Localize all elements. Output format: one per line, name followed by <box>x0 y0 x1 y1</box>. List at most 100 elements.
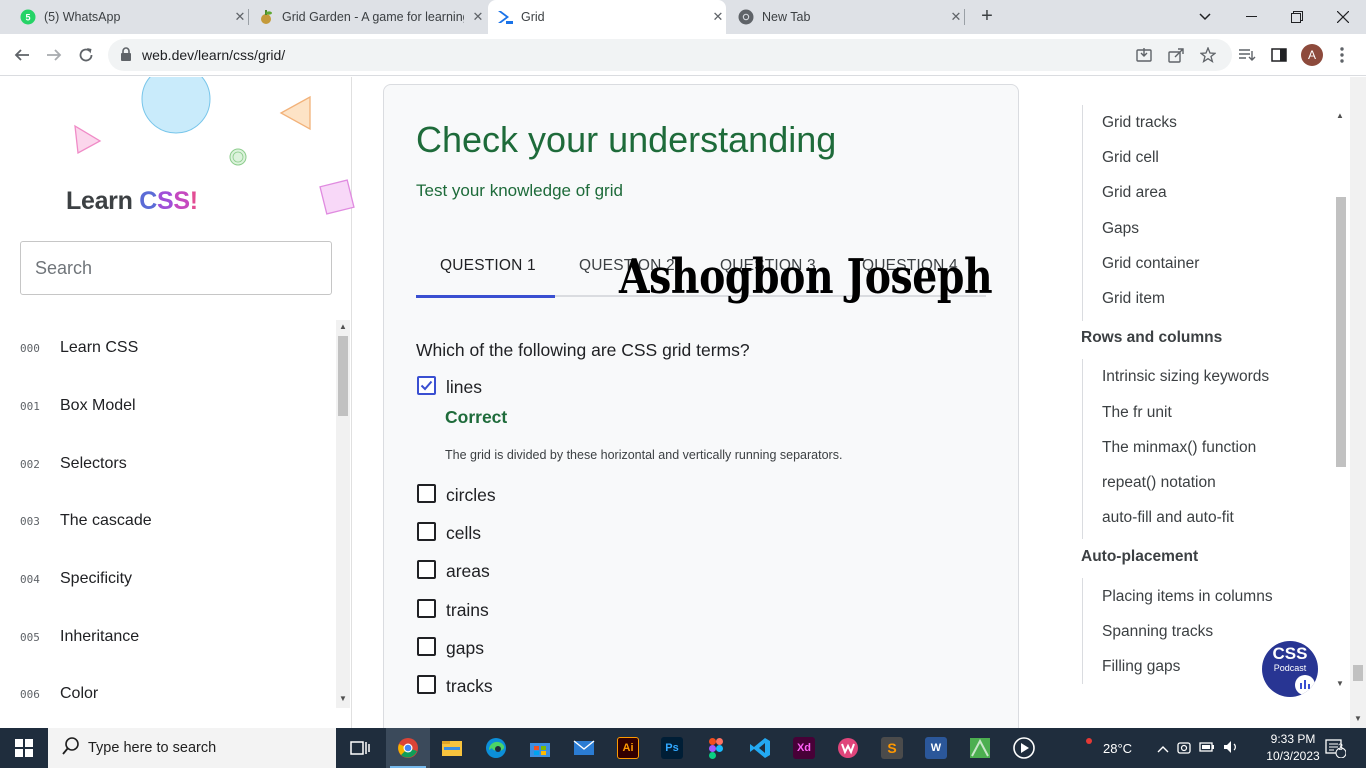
toc-heading[interactable]: Rows and columns <box>1081 329 1222 347</box>
tab-question-1[interactable]: QUESTION 1 <box>440 257 536 275</box>
battery-icon[interactable] <box>1199 741 1215 756</box>
chrome-taskbar-icon[interactable] <box>386 728 430 768</box>
toc-link[interactable]: Grid cell <box>1102 149 1159 167</box>
toc-scroll-thumb[interactable] <box>1336 197 1346 467</box>
close-tab-icon[interactable]: ✕ <box>470 9 486 25</box>
option-cells[interactable]: cells <box>417 522 481 543</box>
toc-link[interactable]: auto-fill and auto-fit <box>1102 509 1234 527</box>
address-bar[interactable]: web.dev/learn/css/grid/ <box>108 39 1232 71</box>
chevron-up-icon[interactable] <box>1157 741 1169 756</box>
mail-icon[interactable] <box>562 728 606 768</box>
tab-grid[interactable]: Grid ✕ <box>488 0 726 34</box>
adobe-xd-icon[interactable]: Xd <box>782 728 826 768</box>
sidebar-item-cascade[interactable]: 003 The cascade <box>20 509 152 533</box>
new-tab-button[interactable]: + <box>976 6 998 28</box>
page-scrollbar[interactable]: ▼ <box>1350 77 1366 728</box>
sidebar-item-box-model[interactable]: 001 Box Model <box>20 394 136 418</box>
side-panel-icon[interactable] <box>1269 45 1289 65</box>
checkbox[interactable] <box>417 675 436 694</box>
clock[interactable]: 9:33 PM 10/3/2023 <box>1258 731 1328 765</box>
option-gaps[interactable]: gaps <box>417 637 484 658</box>
illustrator-icon[interactable]: Ai <box>606 728 650 768</box>
toc-link[interactable]: Grid container <box>1102 255 1199 273</box>
scroll-up-arrow-icon[interactable]: ▲ <box>1334 110 1346 122</box>
figma-icon[interactable] <box>694 728 738 768</box>
sidebar-item-specificity[interactable]: 004 Specificity <box>20 567 132 591</box>
reading-list-icon[interactable] <box>1237 45 1257 65</box>
toc-link[interactable]: The minmax() function <box>1102 439 1256 457</box>
scroll-down-arrow-icon[interactable]: ▼ <box>1352 713 1364 725</box>
checkbox[interactable] <box>417 637 436 656</box>
close-window-button[interactable] <box>1320 0 1366 34</box>
scroll-down-arrow-icon[interactable]: ▼ <box>1334 678 1346 690</box>
store-icon[interactable] <box>518 728 562 768</box>
toc-link[interactable]: Filling gaps <box>1102 658 1180 676</box>
more-menu-icon[interactable] <box>1332 45 1352 65</box>
toc-link[interactable]: repeat() notation <box>1102 474 1216 492</box>
option-tracks[interactable]: tracks <box>417 675 493 696</box>
learn-css-logo[interactable]: Learn CSS! <box>66 187 198 216</box>
media-player-icon[interactable] <box>1002 728 1046 768</box>
vscode-icon[interactable] <box>738 728 782 768</box>
camera-icon[interactable] <box>1177 740 1191 757</box>
close-tab-icon[interactable]: ✕ <box>948 9 964 25</box>
toc-link[interactable]: Grid area <box>1102 184 1167 202</box>
tab-whatsapp[interactable]: 5 (5) WhatsApp ✕ <box>12 0 248 34</box>
sublime-text-icon[interactable]: S <box>870 728 914 768</box>
toc-link[interactable]: Spanning tracks <box>1102 623 1213 641</box>
sidebar-item-learn-css[interactable]: 000 Learn CSS <box>20 336 138 360</box>
task-view-icon[interactable] <box>338 728 382 768</box>
sidebar-scrollbar[interactable]: ▲ ▼ <box>336 320 350 708</box>
close-tab-icon[interactable]: ✕ <box>710 9 726 25</box>
bookmark-star-icon[interactable] <box>1198 45 1218 65</box>
search-input[interactable] <box>21 242 331 294</box>
close-tab-icon[interactable]: ✕ <box>232 9 248 25</box>
toc-link[interactable]: The fr unit <box>1102 404 1172 422</box>
file-explorer-icon[interactable] <box>430 728 474 768</box>
scroll-down-arrow-icon[interactable]: ▼ <box>337 693 349 705</box>
option-lines[interactable]: lines <box>417 376 482 397</box>
toc-heading[interactable]: Auto-placement <box>1081 548 1198 566</box>
back-button[interactable] <box>10 43 34 67</box>
maps-app-icon[interactable] <box>958 728 1002 768</box>
sidebar-item-color[interactable]: 006 Color <box>20 682 98 706</box>
tab-grid-garden[interactable]: Grid Garden - A game for learning CSS gr… <box>250 0 486 34</box>
sidebar-item-selectors[interactable]: 002 Selectors <box>20 452 127 476</box>
restore-button[interactable] <box>1274 0 1320 34</box>
photoshop-icon[interactable]: Ps <box>650 728 694 768</box>
volume-icon[interactable] <box>1223 740 1239 757</box>
scroll-up-arrow-icon[interactable]: ▲ <box>337 321 349 333</box>
toc-link[interactable]: Intrinsic sizing keywords <box>1102 368 1269 386</box>
toc-scrollbar[interactable]: ▲ ▼ <box>1333 107 1348 690</box>
start-button[interactable] <box>0 728 48 768</box>
share-icon[interactable] <box>1166 45 1186 65</box>
css-podcast-button[interactable]: CSS Podcast <box>1262 641 1318 697</box>
word-icon[interactable]: W <box>914 728 958 768</box>
tab-search-chevron-icon[interactable] <box>1182 0 1228 34</box>
taskbar-search[interactable]: Type here to search <box>48 728 336 768</box>
minimize-button[interactable] <box>1228 0 1274 34</box>
page-scroll-thumb[interactable] <box>1353 665 1363 681</box>
checkbox[interactable] <box>417 484 436 503</box>
edge-icon[interactable] <box>474 728 518 768</box>
toc-link[interactable]: Gaps <box>1102 220 1139 238</box>
checkbox[interactable] <box>417 560 436 579</box>
forward-button[interactable] <box>42 43 66 67</box>
sidebar-scroll-thumb[interactable] <box>338 336 348 416</box>
tab-new-tab[interactable]: New Tab ✕ <box>728 0 964 34</box>
reload-button[interactable] <box>74 43 98 67</box>
weather-widget[interactable]: 28°C <box>1070 728 1132 768</box>
wps-icon[interactable] <box>826 728 870 768</box>
option-areas[interactable]: areas <box>417 560 490 581</box>
checkbox[interactable] <box>417 522 436 541</box>
toc-link[interactable]: Placing items in columns <box>1102 588 1273 606</box>
profile-avatar[interactable]: A <box>1301 44 1323 66</box>
option-trains[interactable]: trains <box>417 599 489 620</box>
lock-icon[interactable] <box>120 47 132 66</box>
url-text[interactable]: web.dev/learn/css/grid/ <box>142 47 285 63</box>
sidebar-item-inheritance[interactable]: 005 Inheritance <box>20 625 139 649</box>
option-circles[interactable]: circles <box>417 484 496 505</box>
notification-center[interactable]: 3 <box>1324 728 1346 768</box>
checkbox-checked[interactable] <box>417 376 436 395</box>
toc-link[interactable]: Grid item <box>1102 290 1165 308</box>
